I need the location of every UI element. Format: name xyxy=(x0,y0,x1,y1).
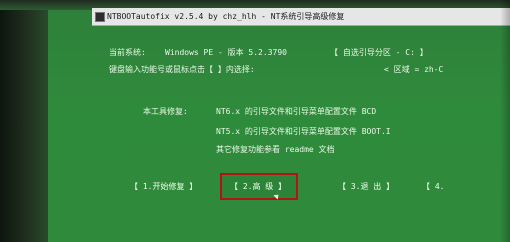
repair-item-readme: 其它修复功能参看 readme 文档 xyxy=(216,145,335,154)
ntbootautofix-window: NTBOOTautofix v2.5.4 by chz_hlh - NT系统引导… xyxy=(92,8,510,236)
photo-edge-shadow xyxy=(500,0,510,242)
exit-button[interactable]: 【 3.退 出 】 xyxy=(338,181,394,192)
repair-heading: 本工具修复: xyxy=(143,107,188,116)
main-content: 当前系统: Windows PE - 版本 5.2.3790 【 自选引导分区 … xyxy=(92,26,510,236)
advanced-button[interactable]: 【 2.高 级 】 xyxy=(220,173,299,200)
start-repair-button[interactable]: 【 1.开始修复 】 xyxy=(130,181,197,192)
current-system-label: 当前系统: xyxy=(109,48,146,57)
input-prompt: 键盘输入功能号或鼠标点击【 】内选择: xyxy=(109,65,255,74)
current-system-value: Windows PE - 版本 5.2.3790 xyxy=(165,48,287,57)
region-setting: < 区域 = zh-C xyxy=(384,65,444,74)
boot-partition-option[interactable]: 【 自选引导分区 - C: 】 xyxy=(330,47,428,58)
title-bar: NTBOOTautofix v2.5.4 by chz_hlh - NT系统引导… xyxy=(92,8,510,26)
monitor-bezel-left xyxy=(0,0,48,242)
repair-item-nt6: NT6.x 的引导文件和引导菜单配置文件 BCD xyxy=(216,107,377,116)
repair-item-nt5: NT5.x 的引导文件和引导菜单配置文件 BOOT.I xyxy=(216,127,391,136)
window-title: NTBOOTautofix v2.5.4 by chz_hlh - NT系统引导… xyxy=(107,12,345,21)
option-4-button[interactable]: 【 4. xyxy=(422,181,444,192)
app-icon xyxy=(95,12,105,22)
